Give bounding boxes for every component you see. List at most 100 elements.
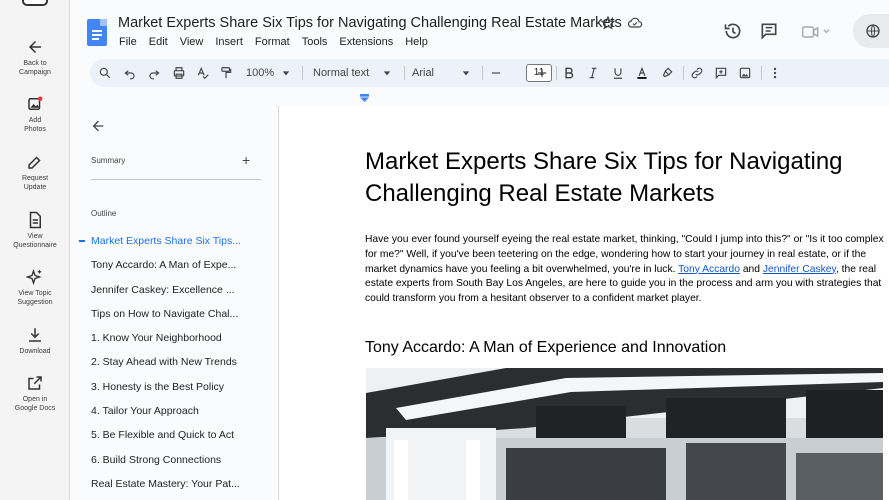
outline-item[interactable]: 4. Tailor Your Approach [70,403,258,427]
rail-label: Update [23,184,47,191]
rail-label: Campaign [19,69,51,76]
menu-bar: File Edit View Insert Format Tools Exten… [119,36,440,48]
star-icon[interactable] [600,15,616,31]
zoom-select[interactable]: 100% [246,65,290,81]
google-docs-logo-icon[interactable] [87,19,107,46]
increase-font-size-button[interactable] [535,65,549,81]
chevron-down-icon[interactable] [822,27,831,36]
italic-button[interactable] [586,65,600,81]
document-title[interactable]: Market Experts Share Six Tips for Naviga… [118,15,622,31]
house-photo[interactable] [366,368,883,500]
undo-button[interactable] [123,65,137,81]
document-paragraph: Have you ever found yourself eyeing the … [365,233,885,307]
paragraph-style-select[interactable]: Normal text [313,65,391,81]
title-bar: Market Experts Share Six Tips for Naviga… [70,0,889,58]
outline-item[interactable]: Real Estate Mastery: Your Pat... [70,476,258,500]
add-summary-button[interactable]: + [242,152,250,168]
font-select[interactable]: Arial [412,65,470,81]
print-button[interactable] [172,65,186,81]
spellcheck-button[interactable] [196,65,210,81]
external-link-icon [26,374,44,392]
menu-edit[interactable]: Edit [149,36,168,48]
formatting-toolbar: 100% Normal text Arial 11 [90,59,889,87]
outline-item[interactable]: Tony Accardo: A Man of Expe... [70,257,258,281]
request-update-button[interactable]: Request Update [0,153,70,192]
outline-item[interactable]: Tips on How to Navigate Chal... [70,306,258,330]
outline-item-label: 2. Stay Ahead with New Trends [91,356,237,369]
share-button[interactable] [853,14,889,48]
paint-format-button[interactable] [219,65,233,81]
menu-insert[interactable]: Insert [215,36,243,48]
menu-format[interactable]: Format [255,36,290,48]
menu-help[interactable]: Help [405,36,428,48]
italic-icon [589,67,597,79]
redo-button[interactable] [147,65,161,81]
cloud-saved-icon[interactable] [627,15,643,31]
menu-extensions[interactable]: Extensions [339,36,393,48]
ruler-indent-marker-icon[interactable] [360,94,369,102]
comment-icon[interactable] [759,21,779,41]
insert-link-button[interactable] [690,65,704,81]
outline-item[interactable]: 6. Build Strong Connections [70,452,258,476]
underline-icon [613,68,623,79]
outline-item[interactable]: Jennifer Caskey: Excellence ... [70,282,258,306]
document-heading: Market Experts Share Six Tips for Naviga… [365,148,843,207]
outline-item-label: Jennifer Caskey: Excellence ... [91,283,235,296]
decrease-font-size-button[interactable] [489,65,503,81]
outline-heading: Outline [91,209,117,218]
add-comment-icon [715,67,727,80]
outline-item[interactable]: 5. Be Flexible and Quick to Act [70,427,258,451]
text-color-button[interactable] [635,65,649,81]
outline-item[interactable]: 2. Stay Ahead with New Trends [70,354,258,378]
open-in-google-docs-button[interactable]: Open in Google Docs [0,374,70,413]
spellcheck-icon [197,66,209,80]
outline-item-label: 1. Know Your Neighborhood [91,332,222,345]
rail-label: Open in [22,396,48,403]
meet-video-icon[interactable] [801,22,821,42]
close-outline-arrow-icon[interactable] [90,118,106,134]
highlight-color-button[interactable] [660,65,674,81]
paragraph-text: and [739,263,763,275]
edit-icon [26,153,44,171]
caret-down-icon [384,71,391,76]
document-page[interactable]: Market Experts Share Six Tips for Naviga… [280,106,889,500]
rail-label: View [27,233,43,240]
divider [91,179,261,180]
outline-item[interactable]: 3. Honesty is the Best Policy [70,379,258,403]
arrow-left-icon [26,38,44,56]
menu-file[interactable]: File [119,36,137,48]
search-menus-button[interactable] [98,65,112,81]
view-topic-suggestion-button[interactable]: View Topic Suggestion [0,268,70,307]
rail-label: View Topic [18,290,52,297]
outline-list: Market Experts Share Six Tips... Tony Ac… [70,233,279,500]
text-color-icon [637,66,647,79]
document-subheading: Tony Accardo: A Man of Experience and In… [365,339,727,356]
outline-item[interactable]: 1. Know Your Neighborhood [70,330,258,354]
menu-tools[interactable]: Tools [302,36,328,48]
highlight-icon [662,67,673,78]
search-icon [99,67,111,79]
tony-accardo-link[interactable]: Tony Accardo [678,264,740,275]
underline-button[interactable] [611,65,625,81]
bold-button[interactable] [562,65,576,81]
more-options-button[interactable] [768,65,782,81]
document-outline-panel: Summary + Outline Market Experts Share S… [70,106,279,500]
menu-view[interactable]: View [180,36,204,48]
rail-top-button[interactable] [22,0,48,6]
view-questionnaire-button[interactable]: View Questionnaire [0,211,70,250]
outline-item[interactable]: Market Experts Share Six Tips... [70,233,258,257]
download-button[interactable]: Download [0,326,70,356]
insert-image-button[interactable] [738,65,752,81]
bold-icon [565,67,574,79]
active-indicator [79,240,85,242]
back-to-campaign-button[interactable]: Back to Campaign [0,38,70,77]
rail-label: Photos [24,126,46,133]
add-comment-button[interactable] [714,65,728,81]
sparkle-icon [25,268,44,286]
rail-label: Back to [23,60,47,67]
add-photos-button[interactable]: Add Photos [0,95,70,134]
image-icon [739,67,751,79]
rail-label: Questionnaire [13,242,57,249]
jennifer-caskey-link[interactable]: Jennifer Caskey [763,264,836,275]
history-icon[interactable] [723,21,743,41]
